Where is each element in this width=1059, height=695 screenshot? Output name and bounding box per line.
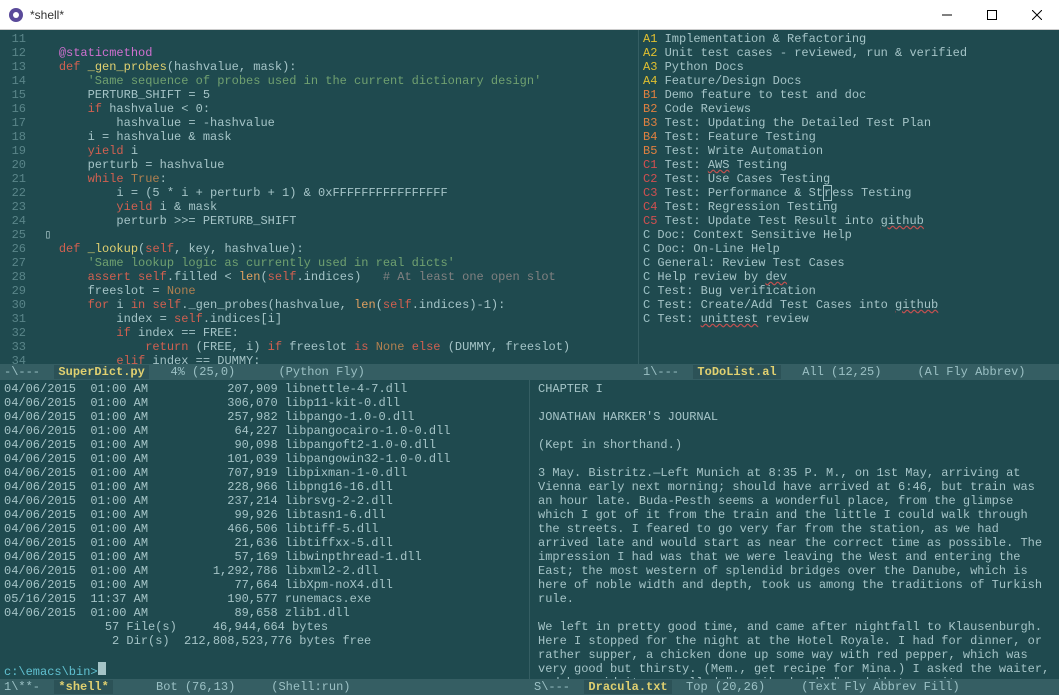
todo-text: Demo feature to test and doc	[665, 88, 867, 102]
line-number: 16	[4, 102, 30, 116]
todo-tag: B2	[643, 102, 657, 116]
todo-text: Test: Feature Testing	[665, 130, 816, 144]
todo-text: General: Review Test Cases	[657, 256, 844, 270]
titlebar: *shell*	[0, 0, 1059, 30]
todo-text: Test: Regression Testing	[665, 200, 838, 214]
cursor	[98, 662, 106, 675]
todo-text: Test: Update Test Result into github	[665, 214, 924, 228]
todo-tag: A2	[643, 46, 657, 60]
todo-text: Implementation & Refactoring	[665, 32, 867, 46]
line-number: 26	[4, 242, 30, 256]
todo-text: Test: unittest review	[657, 312, 808, 326]
line-number: 24	[4, 214, 30, 228]
todo-text: Test: Create/Add Test Cases into github	[657, 298, 938, 312]
todo-text: Test: Bug verification	[657, 284, 815, 298]
line-number: 11	[4, 32, 30, 46]
line-number: 29	[4, 284, 30, 298]
line-number: 19	[4, 144, 30, 158]
line-number: 31	[4, 312, 30, 326]
todo-tag: C	[643, 284, 650, 298]
todo-tag: C5	[643, 214, 657, 228]
line-number: 28	[4, 270, 30, 284]
todo-tag: B5	[643, 144, 657, 158]
line-number: 30	[4, 298, 30, 312]
todo-text: Test: Use Cases Testing	[665, 172, 831, 186]
minimize-button[interactable]	[924, 0, 969, 30]
todo-tag: B1	[643, 88, 657, 102]
todo-tag: B3	[643, 116, 657, 130]
app-icon	[8, 7, 24, 23]
dracula-modeline: S\--- Dracula.txt Top (20,26) (Text Fly …	[530, 679, 1059, 695]
todo-text: Test: AWS Testing	[665, 158, 787, 172]
todo-tag: C	[643, 298, 650, 312]
dracula-pane[interactable]: CHAPTER I JONATHAN HARKER'S JOURNAL (Kep…	[530, 380, 1059, 695]
line-number: 21	[4, 172, 30, 186]
todo-tag: C	[643, 242, 650, 256]
todo-pane[interactable]: A1 Implementation & Refactoring A2 Unit …	[639, 30, 1059, 380]
todo-tag: C3	[643, 186, 657, 200]
code-pane[interactable]: 11 12 @staticmethod 13 def _gen_probes(h…	[0, 30, 638, 380]
todo-tag: C1	[643, 158, 657, 172]
close-button[interactable]	[1014, 0, 1059, 30]
todo-tag: A3	[643, 60, 657, 74]
line-number: 23	[4, 200, 30, 214]
todo-text: Test: Updating the Detailed Test Plan	[665, 116, 931, 130]
todo-tag: A1	[643, 32, 657, 46]
todo-tag: C	[643, 228, 650, 242]
line-number: 20	[4, 158, 30, 172]
todo-tag: C	[643, 312, 650, 326]
dracula-text: CHAPTER I JONATHAN HARKER'S JOURNAL (Kep…	[530, 380, 1059, 679]
todo-text: Test: Performance & Stress Testing	[665, 185, 912, 201]
line-number: 33	[4, 340, 30, 354]
todo-text: Feature/Design Docs	[665, 74, 802, 88]
shell-modeline: 1\**- *shell* Bot (76,13) (Shell:run)	[0, 679, 529, 695]
maximize-button[interactable]	[969, 0, 1014, 30]
line-number: 22	[4, 186, 30, 200]
line-number: 25	[4, 228, 30, 242]
line-number: 14	[4, 74, 30, 88]
todo-tag: A4	[643, 74, 657, 88]
todo-tag: B4	[643, 130, 657, 144]
todo-tag: C	[643, 256, 650, 270]
todo-tag: C4	[643, 200, 657, 214]
shell-pane[interactable]: 04/06/2015 01:00 AM 207,909 libnettle-4-…	[0, 380, 529, 695]
shell-prompt: c:\emacs\bin>	[4, 665, 98, 679]
todo-text: Help review by dev	[657, 270, 787, 284]
line-number: 27	[4, 256, 30, 270]
todo-text: Code Reviews	[665, 102, 751, 116]
window-title: *shell*	[30, 8, 924, 22]
line-number: 34	[4, 354, 30, 364]
todo-modeline: 1\--- ToDoList.al All (12,25) (Al Fly Ab…	[639, 364, 1059, 380]
line-number: 13	[4, 60, 30, 74]
line-number: 17	[4, 116, 30, 130]
todo-tag: C	[643, 270, 650, 284]
line-number: 32	[4, 326, 30, 340]
todo-tag: C2	[643, 172, 657, 186]
todo-text: Doc: Context Sensitive Help	[657, 228, 851, 242]
todo-text: Python Docs	[665, 60, 744, 74]
todo-text: Test: Write Automation	[665, 144, 823, 158]
todo-text: Unit test cases - reviewed, run & verifi…	[665, 46, 967, 60]
line-number: 15	[4, 88, 30, 102]
line-number: 18	[4, 130, 30, 144]
code-modeline: -\--- SuperDict.py 4% (25,0) (Python Fly…	[0, 364, 638, 380]
todo-text: Doc: On-Line Help	[657, 242, 779, 256]
line-number: 12	[4, 46, 30, 60]
